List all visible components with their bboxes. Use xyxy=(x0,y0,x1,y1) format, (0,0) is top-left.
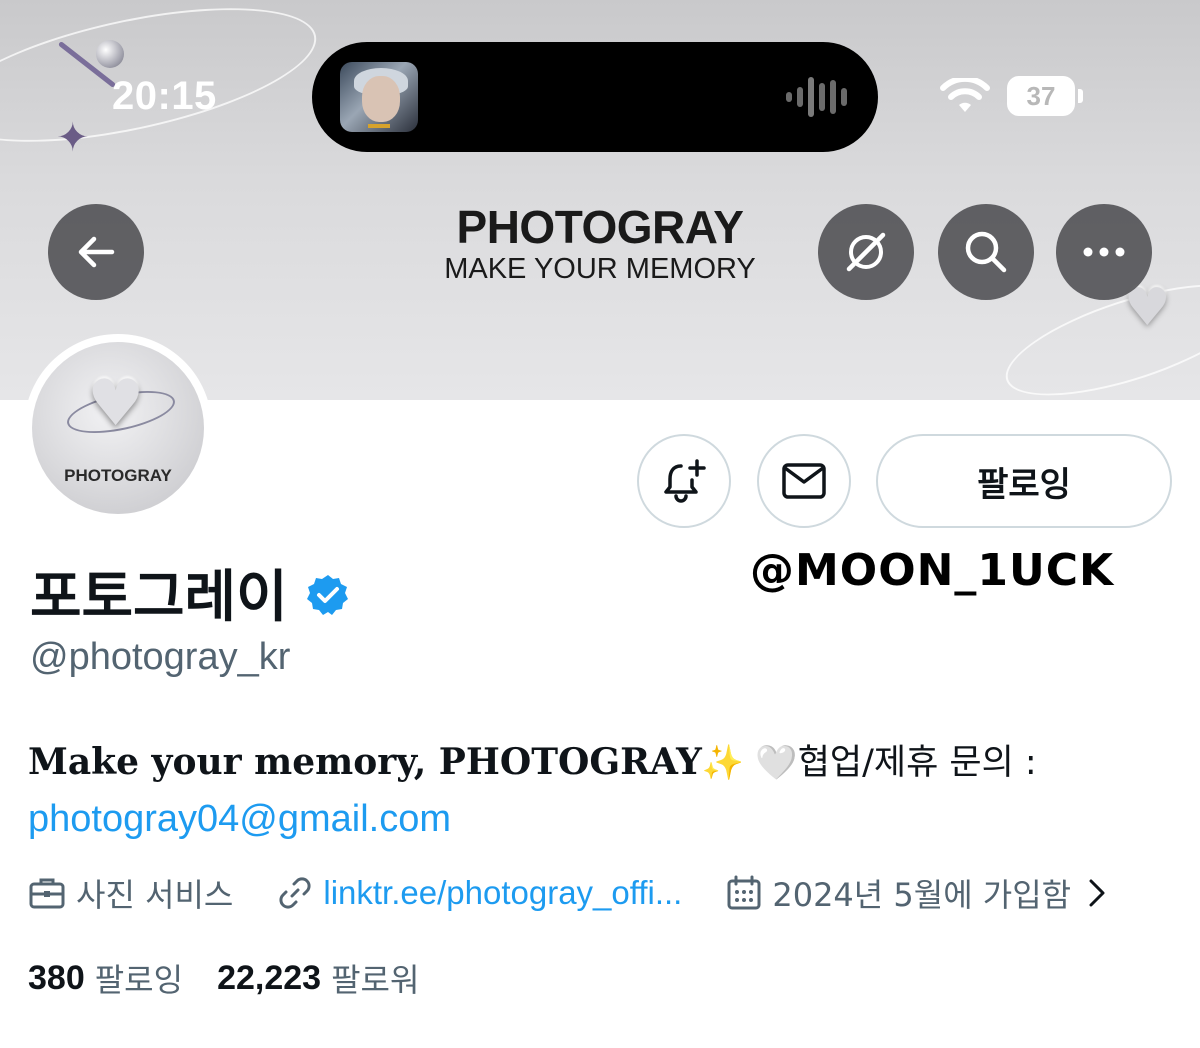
avatar-label: PHOTOGRAY xyxy=(64,466,172,485)
joined-item: 2024년 5월에 가입함 xyxy=(726,870,1071,916)
sparkles-emoji: ✨ xyxy=(701,743,745,783)
calendar-icon xyxy=(727,875,761,910)
display-name-text: 포토그레이 xyxy=(30,565,288,630)
search-icon xyxy=(965,231,1007,273)
joined-date-text: 2024년 5월에 가입함 xyxy=(772,876,1072,914)
verified-badge-icon[interactable] xyxy=(306,573,350,617)
username-handle: @photogray_kr xyxy=(30,636,291,678)
bell-plus-icon xyxy=(664,459,706,503)
followers-count: 22,223 xyxy=(217,958,322,997)
followers-label: 팔로워 xyxy=(331,961,420,999)
briefcase-icon xyxy=(29,878,65,909)
brand-tagline: MAKE YOUR MEMORY xyxy=(444,253,756,285)
following-button[interactable]: 팔로잉 xyxy=(876,434,1172,528)
notifications-button[interactable] xyxy=(637,434,731,528)
following-label: 팔로잉 xyxy=(94,961,184,999)
heart-icon: ♥ xyxy=(87,367,145,441)
wifi-icon xyxy=(940,78,990,112)
bio-email-link[interactable]: photogray04@gmail.com xyxy=(28,798,451,840)
more-icon xyxy=(1083,247,1125,257)
following-count: 380 xyxy=(28,958,85,997)
grok-icon xyxy=(846,232,886,272)
follow-stats: 380 팔로잉 22,223 팔로워 xyxy=(28,955,419,1001)
search-button[interactable] xyxy=(938,204,1034,300)
dynamic-island[interactable] xyxy=(312,42,878,152)
banner-brand: PHOTOGRAY MAKE YOUR MEMORY xyxy=(400,202,800,286)
arrow-left-icon xyxy=(78,236,115,268)
link-icon xyxy=(279,877,311,909)
bio-text: Make your memory, PHOTOGRAY xyxy=(28,741,702,783)
brand-name: PHOTOGRAY xyxy=(456,201,744,253)
grok-button[interactable] xyxy=(818,204,914,300)
profile-bio: Make your memory, PHOTOGRAY✨ 🤍협업/제휴 문의 :… xyxy=(28,734,1178,848)
followers-stat[interactable]: 22,223 팔로워 xyxy=(217,955,419,1001)
back-button[interactable] xyxy=(48,204,144,300)
following-stat[interactable]: 380 팔로잉 xyxy=(28,955,183,1001)
avatar-image: ♥ PHOTOGRAY xyxy=(32,342,204,514)
sparkle-icon: ✦ xyxy=(56,115,90,161)
status-time: 20:15 xyxy=(112,74,217,118)
chevron-right-icon[interactable] xyxy=(1085,876,1109,910)
watermark-text: @MOON_1UCK xyxy=(750,545,1115,596)
avatar[interactable]: ♥ PHOTOGRAY xyxy=(24,334,212,522)
bio-inquiry-text: 협업/제휴 문의 : xyxy=(797,743,1037,783)
envelope-icon xyxy=(782,463,826,499)
now-playing-artwork xyxy=(340,62,418,132)
display-name: 포토그레이 xyxy=(30,552,350,633)
battery-nub xyxy=(1078,89,1083,103)
profile-banner[interactable]: ✦ ♥ 20:15 37 PHOTOGRAY MAKE YOUR MEMORY xyxy=(0,0,1200,400)
profile-meta: 사진 서비스 linktr.ee/photogray_offi... 2024년… xyxy=(28,866,1198,920)
website-link[interactable]: linktr.ee/photogray_offi... xyxy=(323,874,682,912)
battery-indicator: 37 xyxy=(1007,76,1075,116)
category-text: 사진 서비스 xyxy=(76,876,234,914)
message-button[interactable] xyxy=(757,434,851,528)
audio-waveform-icon xyxy=(786,77,850,117)
banner-decoration xyxy=(96,40,124,68)
category-item: 사진 서비스 xyxy=(28,870,233,916)
white-heart-emoji: 🤍 xyxy=(755,743,798,783)
more-button[interactable] xyxy=(1056,204,1152,300)
website-item[interactable]: linktr.ee/photogray_offi... xyxy=(277,874,682,912)
